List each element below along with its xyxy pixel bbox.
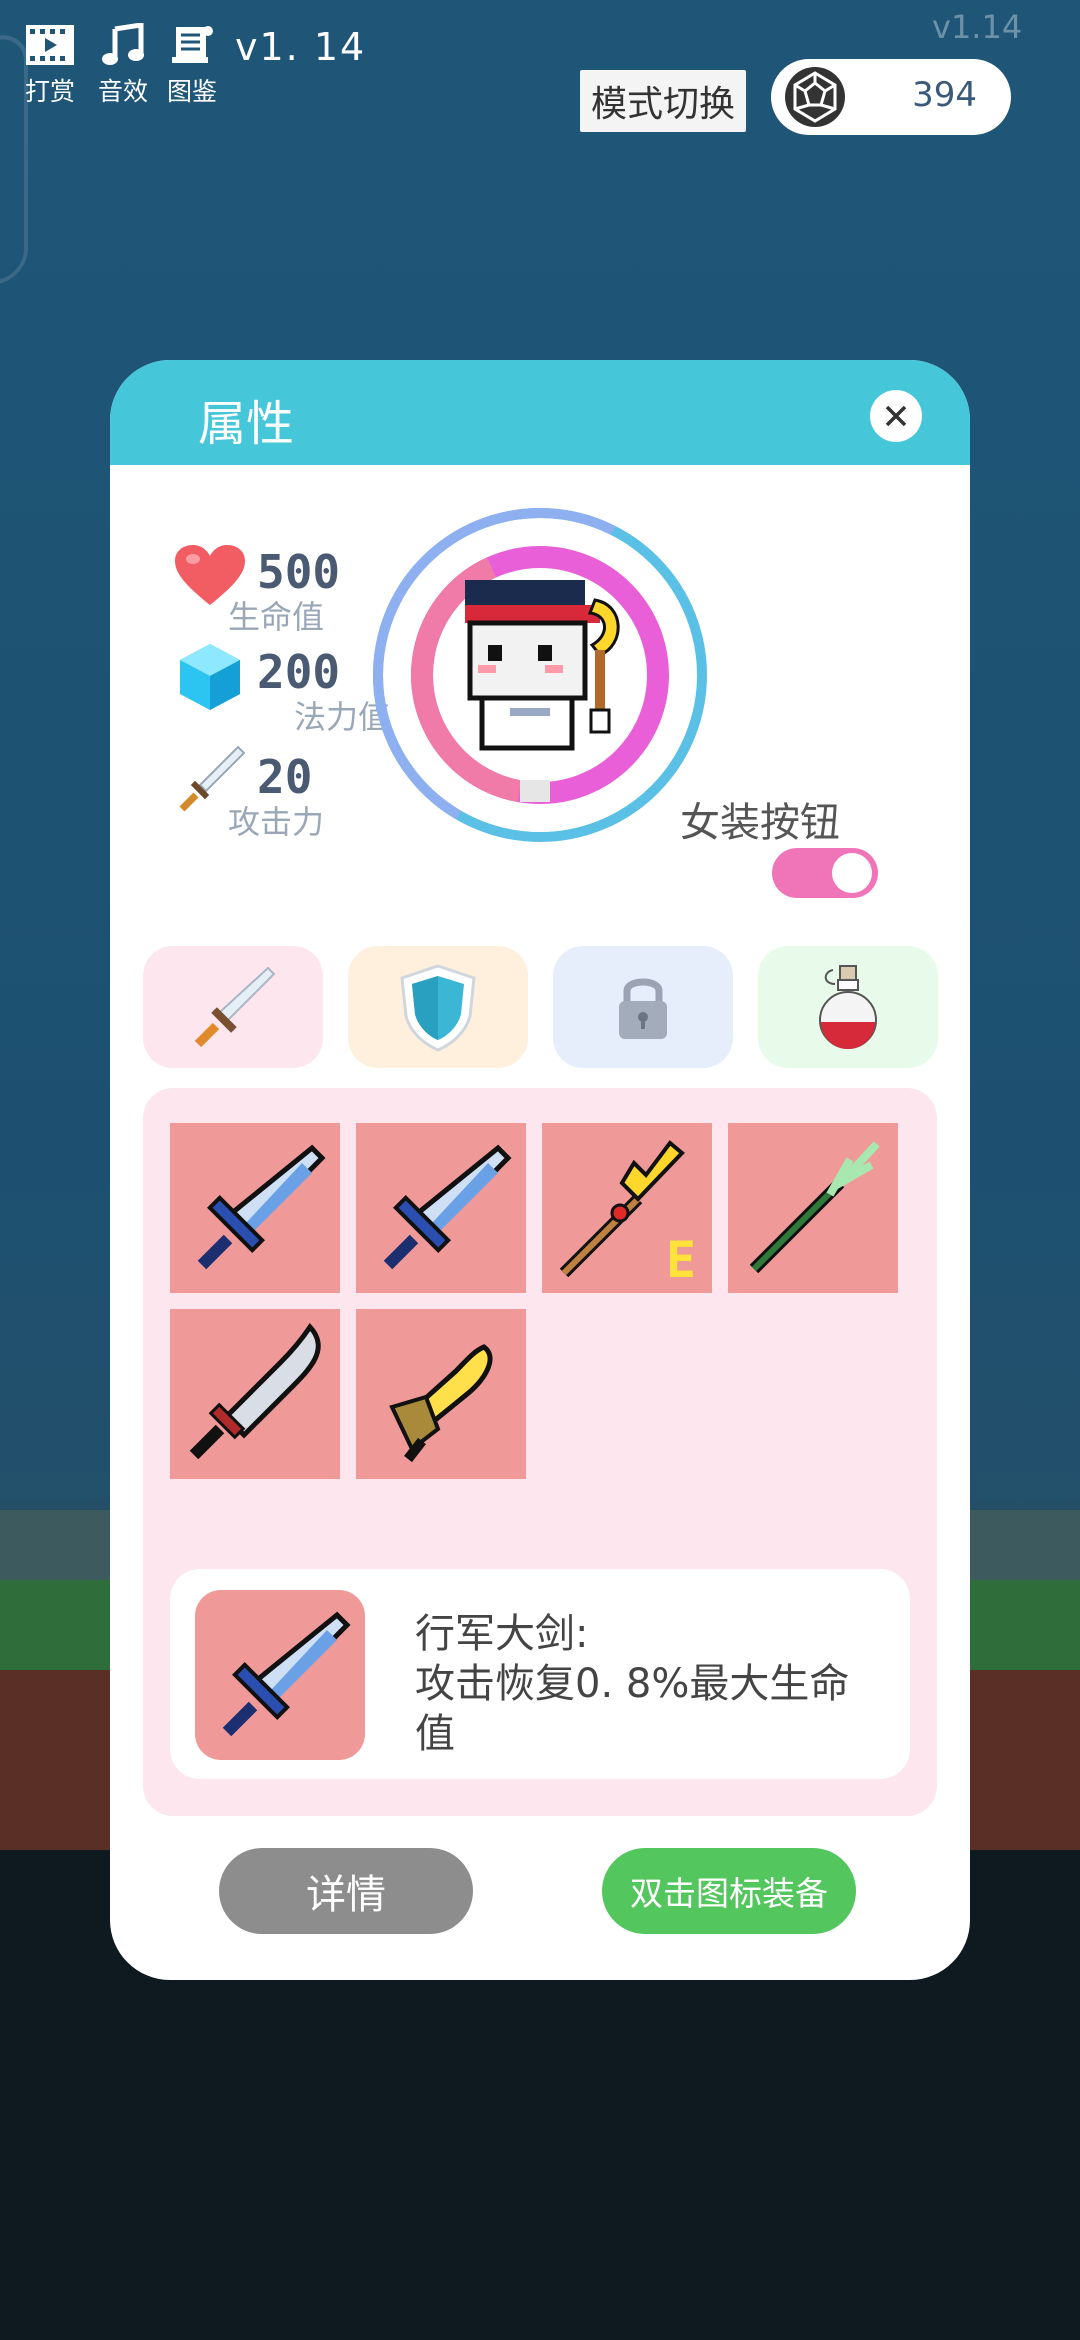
hp-label: 生命值: [228, 598, 325, 636]
music-note-icon: [88, 20, 158, 70]
potion-icon: [819, 965, 877, 1049]
sound-button[interactable]: 音效: [88, 20, 158, 108]
inventory-slot-golden-dagger[interactable]: [356, 1309, 526, 1479]
gem-count: 394: [912, 75, 977, 115]
curved-sword-icon: [189, 1322, 321, 1460]
hp-value: 500: [257, 545, 341, 599]
equip-button[interactable]: 双击图标装备: [602, 1848, 856, 1934]
broadsword-icon: [197, 1144, 326, 1270]
selected-item-icon: [195, 1590, 365, 1760]
inventory-slot-golden-staff[interactable]: E: [542, 1123, 712, 1293]
version-watermark: v1.14: [932, 8, 1023, 46]
details-button[interactable]: 详情: [219, 1848, 473, 1934]
inventory-grid: E 行军大剑: 攻击恢复0. 8%最大生命值: [143, 1088, 937, 1816]
inventory-slot-broadsword-2[interactable]: [356, 1123, 526, 1293]
toggle-knob: [832, 853, 872, 893]
panel-title: 属性: [198, 396, 295, 452]
reward-button[interactable]: 打赏: [15, 20, 85, 108]
atk-value: 20: [257, 750, 313, 804]
codex-label: 图鉴: [166, 77, 217, 106]
top-bar: 打赏 音效 图鉴 v1. 14 v1.14 模式切换 394: [0, 0, 1080, 150]
tab-armor[interactable]: [348, 946, 528, 1068]
tab-potion[interactable]: [758, 946, 938, 1068]
inventory-slot-broadsword-1[interactable]: [170, 1123, 340, 1293]
crystal-icon: [178, 642, 242, 716]
lock-icon: [619, 978, 667, 1039]
reward-label: 打赏: [24, 77, 75, 106]
sound-label: 音效: [97, 77, 148, 106]
close-button[interactable]: [870, 390, 922, 442]
inventory-slot-curved-sword[interactable]: [170, 1309, 340, 1479]
broadsword-icon: [383, 1144, 512, 1270]
gem-counter[interactable]: 394: [771, 59, 1011, 135]
item-name: 行军大剑:: [415, 1611, 589, 1657]
film-icon: [15, 20, 85, 70]
dress-toggle[interactable]: [772, 848, 878, 898]
inventory-slot-green-staff[interactable]: [728, 1123, 898, 1293]
sword-icon: [194, 966, 276, 1048]
atk-label: 攻击力: [228, 803, 325, 841]
item-detail-card: 行军大剑: 攻击恢复0. 8%最大生命值: [170, 1569, 910, 1779]
golden-dagger-icon: [389, 1344, 493, 1463]
item-grade: E: [665, 1231, 696, 1289]
green-staff-icon: [749, 1141, 880, 1274]
mode-switch-button[interactable]: 模式切换: [580, 70, 746, 132]
tab-locked[interactable]: [553, 946, 733, 1068]
broadsword-icon: [222, 1611, 351, 1737]
attributes-panel: 属性 500 生命值 200 法力值 20 攻击力 女装按钮 E 行军大剑: 攻…: [110, 360, 970, 1980]
tab-weapon[interactable]: [143, 946, 323, 1068]
item-effect: 攻击恢复0. 8%最大生命值: [415, 1661, 850, 1757]
gem-icon: [783, 65, 847, 129]
version-label: v1. 14: [235, 25, 367, 69]
codex-button[interactable]: 图鉴: [157, 20, 227, 108]
shield-icon: [400, 964, 476, 1052]
dress-toggle-label: 女装按钮: [680, 800, 840, 846]
panel-header: 属性: [110, 360, 970, 465]
scroll-icon: [157, 20, 227, 70]
character-avatar[interactable]: [370, 505, 710, 845]
item-description: 行军大剑: 攻击恢复0. 8%最大生命值: [415, 1609, 875, 1759]
close-icon: [885, 405, 907, 427]
mp-value: 200: [257, 645, 341, 699]
